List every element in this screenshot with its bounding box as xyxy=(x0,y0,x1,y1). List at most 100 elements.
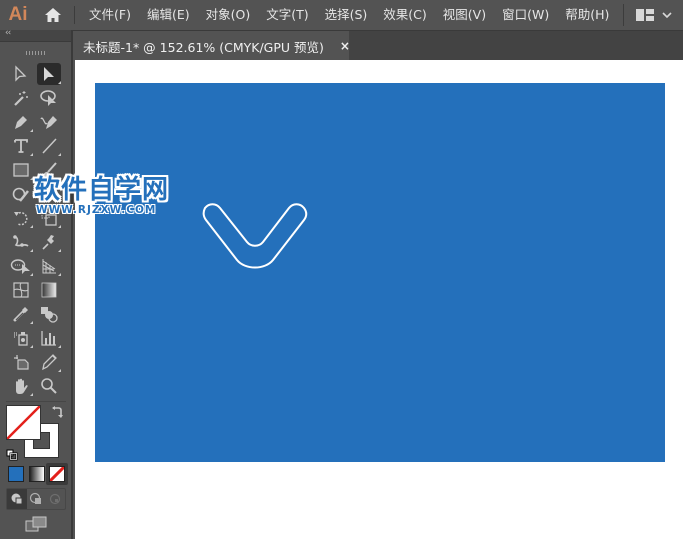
menu-effect[interactable]: 效果(C) xyxy=(375,0,434,30)
draw-inside-button[interactable] xyxy=(46,490,64,508)
direct-selection-tool[interactable] xyxy=(9,63,33,85)
blend-tool[interactable] xyxy=(37,303,61,325)
menu-bar: Ai 文件(F) 编辑(E) 对象(O) 文字(T) 选择(S) 效果(C) 视… xyxy=(0,0,683,30)
mesh-tool[interactable] xyxy=(9,279,33,301)
v-chevron-shape[interactable] xyxy=(195,198,315,278)
close-icon[interactable]: × xyxy=(340,39,350,53)
document-tab-title: 未标题-1* @ 152.61% (CMYK/GPU 预览) xyxy=(83,39,324,55)
rotate-icon xyxy=(14,211,28,226)
none-slash-icon xyxy=(50,467,64,481)
zoom-tool[interactable] xyxy=(37,375,61,397)
rotate-tool[interactable] xyxy=(9,207,33,229)
mesh-icon xyxy=(13,282,29,298)
menu-window[interactable]: 窗口(W) xyxy=(494,0,557,30)
home-button[interactable] xyxy=(36,0,70,30)
menu-edit[interactable]: 编辑(E) xyxy=(139,0,198,30)
tool-group-indicator xyxy=(58,273,61,276)
fill-swatch[interactable] xyxy=(6,405,41,440)
type-t-icon xyxy=(14,139,28,153)
illustrator-window: Ai 文件(F) 编辑(E) 对象(O) 文字(T) 选择(S) 效果(C) 视… xyxy=(0,0,683,539)
eyedropper-icon xyxy=(13,307,28,322)
tool-group-indicator xyxy=(58,81,61,84)
default-fill-stroke-button[interactable] xyxy=(6,446,18,465)
tool-group-indicator xyxy=(30,225,33,228)
tools-divider xyxy=(6,401,66,402)
document-tab[interactable]: 未标题-1* @ 152.61% (CMYK/GPU 预览) × xyxy=(73,31,350,61)
screen-mode-button[interactable] xyxy=(25,516,47,536)
perspective-grid-icon xyxy=(42,259,56,274)
menu-object[interactable]: 对象(O) xyxy=(198,0,259,30)
pen-nib-icon xyxy=(15,116,27,129)
pin-tool[interactable] xyxy=(37,231,61,253)
selection-tool[interactable] xyxy=(37,63,61,85)
document-tab-bar: 未标题-1* @ 152.61% (CMYK/GPU 预览) × xyxy=(73,30,683,61)
puppet-warp-tool[interactable] xyxy=(9,231,33,253)
panel-grip[interactable] xyxy=(26,51,46,55)
shape-builder-icon xyxy=(10,259,30,274)
menu-separator xyxy=(74,6,75,24)
eyedropper-tool[interactable] xyxy=(9,303,33,325)
workspace-switcher[interactable] xyxy=(623,0,672,30)
tool-group-indicator xyxy=(30,249,33,252)
artboard-tool[interactable] xyxy=(9,351,33,373)
line-segment-tool[interactable] xyxy=(37,135,61,157)
canvas-area[interactable] xyxy=(75,60,683,539)
puppet-warp-icon xyxy=(13,235,29,247)
tool-group-indicator xyxy=(30,321,33,324)
slice-tool[interactable] xyxy=(37,351,61,373)
pen-tool[interactable] xyxy=(9,111,33,133)
symbol-sprayer-tool[interactable] xyxy=(9,327,33,349)
none-fill-icon xyxy=(7,406,40,439)
watermark-title: 软件自学网 xyxy=(34,175,170,205)
artboard[interactable] xyxy=(95,83,665,462)
watermark-url: WWW.RJZXW.COM xyxy=(36,204,157,216)
tool-group-indicator xyxy=(58,249,61,252)
direct-selection-arrow-icon xyxy=(15,65,27,82)
magnifier-icon xyxy=(41,378,57,394)
symbol-sprayer-icon xyxy=(14,332,28,346)
home-icon xyxy=(45,8,61,22)
line-icon xyxy=(42,138,57,154)
menu-select[interactable]: 选择(S) xyxy=(317,0,376,30)
hand-tool[interactable] xyxy=(9,375,33,397)
none-mode-button[interactable] xyxy=(49,466,65,482)
lasso-tool[interactable] xyxy=(37,87,61,109)
screen-mode-icon xyxy=(25,516,47,532)
menu-type[interactable]: 文字(T) xyxy=(258,0,316,30)
tool-group-indicator xyxy=(30,129,33,132)
app-logo: Ai xyxy=(8,4,28,25)
gradient-tool[interactable] xyxy=(37,279,61,301)
tool-group-indicator xyxy=(58,225,61,228)
column-graph-tool[interactable] xyxy=(37,327,61,349)
shaper-icon xyxy=(12,187,29,202)
rectangle-tool[interactable] xyxy=(9,159,33,181)
default-colors-icon xyxy=(6,449,18,461)
tool-group-indicator xyxy=(58,369,61,372)
gradient-icon xyxy=(41,282,57,298)
tool-group-indicator xyxy=(30,273,33,276)
tool-group-indicator xyxy=(30,345,33,348)
tool-group-indicator xyxy=(30,393,33,396)
menu-view[interactable]: 视图(V) xyxy=(435,0,494,30)
tool-group-indicator xyxy=(58,345,61,348)
magic-wand-tool[interactable] xyxy=(9,87,33,109)
swap-arrow-icon xyxy=(52,406,63,418)
perspective-grid-tool[interactable] xyxy=(37,255,61,277)
color-mode-button[interactable] xyxy=(8,466,24,482)
tool-group-indicator xyxy=(30,177,33,180)
rectangle-icon xyxy=(13,163,29,177)
gradient-mode-button[interactable] xyxy=(29,466,45,482)
draw-normal-button[interactable] xyxy=(8,490,26,508)
shape-builder-tool[interactable] xyxy=(9,255,33,277)
swap-fill-stroke-button[interactable] xyxy=(51,404,63,423)
type-tool[interactable] xyxy=(9,135,33,157)
selection-arrow-icon xyxy=(44,67,54,81)
curvature-tool[interactable] xyxy=(37,111,61,133)
menu-help[interactable]: 帮助(H) xyxy=(557,0,617,30)
shaper-tool[interactable] xyxy=(9,183,33,205)
collapse-panel-button[interactable]: ‹‹ xyxy=(5,28,11,38)
draw-behind-button[interactable] xyxy=(27,490,45,508)
menu-file[interactable]: 文件(F) xyxy=(81,0,139,30)
draw-normal-icon xyxy=(11,493,23,505)
hand-icon xyxy=(16,378,28,394)
